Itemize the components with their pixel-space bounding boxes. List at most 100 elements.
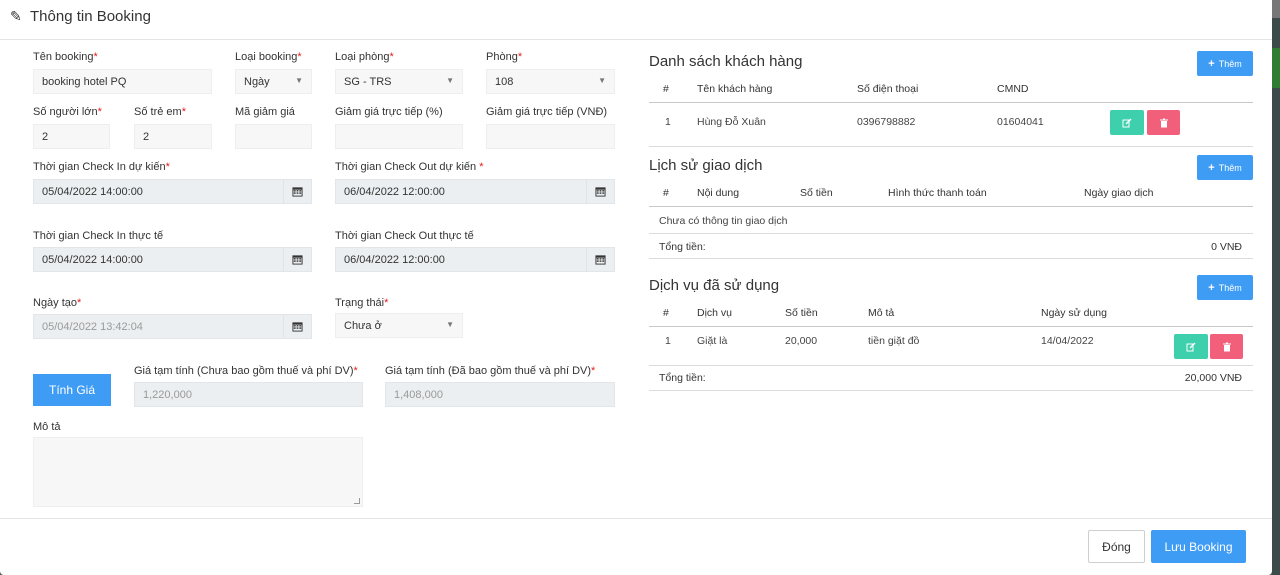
divider (649, 102, 1253, 103)
plus-icon: + (1208, 57, 1215, 70)
background-edge (1272, 18, 1280, 575)
table-cell: tiền giặt đồ (868, 335, 920, 347)
label-phong: Phòng* (486, 51, 523, 63)
table-cell: 14/04/2022 (1041, 335, 1094, 347)
calendar-icon[interactable] (283, 180, 311, 203)
customers-title: Danh sách khách hàng (649, 53, 803, 70)
trang-thai-select[interactable]: Chưa ở ▼ (335, 313, 463, 338)
caret-down-icon: ▼ (446, 76, 454, 85)
add-service-button[interactable]: + Thêm (1197, 275, 1253, 300)
empty-text: Chưa có thông tin giao dịch (659, 215, 788, 227)
edit-icon: ✎ (10, 8, 22, 24)
checkout-du-kien-input[interactable]: 06/04/2022 12:00:00 (335, 179, 615, 204)
checkin-thuc-te-input[interactable]: 05/04/2022 14:00:00 (33, 247, 312, 272)
close-button[interactable]: Đóng (1088, 530, 1145, 563)
gia-da-thue-input: 1,408,000 (385, 382, 615, 407)
label-checkin-du-kien: Thời gian Check In dự kiến* (33, 161, 170, 173)
col-header: Ngày giao dịch (1084, 187, 1154, 199)
label-gia-chua-thue: Giá tạm tính (Chưa bao gồm thuế và phí D… (134, 365, 358, 377)
label-checkout-thuc-te: Thời gian Check Out thực tế (335, 230, 474, 242)
delete-customer-button[interactable] (1147, 110, 1180, 135)
ma-giam-gia-input[interactable] (235, 124, 312, 149)
edit-icon (1186, 342, 1196, 351)
plus-icon: + (1208, 281, 1215, 294)
col-header: Dịch vụ (697, 307, 733, 319)
col-header: Ngày sử dụng (1041, 307, 1107, 319)
label-ten-booking: Tên booking* (33, 51, 98, 63)
calendar-icon (283, 315, 311, 338)
loai-phong-select[interactable]: SG - TRS ▼ (335, 69, 463, 94)
label-loai-booking: Loại booking* (235, 51, 302, 63)
label-ngay-tao: Ngày tạo* (33, 297, 82, 309)
checkin-du-kien-input[interactable]: 05/04/2022 14:00:00 (33, 179, 312, 204)
giam-gia-pct-input[interactable] (335, 124, 463, 149)
add-transaction-button[interactable]: + Thêm (1197, 155, 1253, 180)
label-so-nguoi-lon: Số người lớn* (33, 106, 102, 118)
table-cell: 0396798882 (857, 116, 916, 128)
label-mo-ta: Mô tả (33, 421, 61, 433)
label-ma-giam-gia: Mã giảm giá (235, 106, 295, 118)
divider (649, 146, 1253, 147)
col-header: Nội dung (697, 187, 740, 199)
divider (649, 258, 1253, 259)
transactions-total-label: Tổng tiền: (659, 241, 706, 253)
edit-service-button[interactable] (1174, 334, 1208, 359)
booking-modal: ✎ Thông tin Booking Tên booking* booking … (0, 0, 1272, 575)
checkout-thuc-te-input[interactable]: 06/04/2022 12:00:00 (335, 247, 615, 272)
save-booking-button[interactable]: Lưu Booking (1151, 530, 1246, 563)
label-giam-gia-vnd: Giảm giá trực tiếp (VNĐ) (486, 106, 608, 118)
services-total-value: 20,000 VNĐ (1184, 372, 1242, 384)
caret-down-icon: ▼ (446, 320, 454, 329)
services-title: Dịch vụ đã sử dụng (649, 277, 780, 294)
background-stripe (1272, 48, 1280, 88)
col-header: Tên khách hàng (697, 83, 773, 95)
col-header: Số tiền (785, 307, 818, 319)
edit-customer-button[interactable] (1110, 110, 1144, 135)
loai-booking-select[interactable]: Ngày ▼ (235, 69, 312, 94)
col-header: CMND (997, 83, 1029, 95)
col-header: Số tiền (800, 187, 833, 199)
col-header: Số điện thoại (857, 83, 919, 95)
caret-down-icon: ▼ (598, 76, 606, 85)
phong-select[interactable]: 108 ▼ (486, 69, 615, 94)
label-checkin-thuc-te: Thời gian Check In thực tế (33, 230, 164, 242)
ngay-tao-input: 05/04/2022 13:42:04 (33, 314, 312, 339)
modal-footer (0, 518, 1272, 575)
label-checkout-du-kien: Thời gian Check Out dự kiến * (335, 161, 484, 173)
table-cell: 20,000 (785, 335, 818, 347)
table-cell: Hùng Đỗ Xuân (697, 116, 766, 128)
label-so-tre-em: Số trẻ em* (134, 106, 186, 118)
label-giam-gia-pct: Giảm giá trực tiếp (%) (335, 106, 443, 118)
so-nguoi-lon-input[interactable]: 2 (33, 124, 110, 149)
transactions-total-value: 0 VNĐ (1211, 241, 1242, 253)
modal-title: ✎ Thông tin Booking (10, 8, 151, 25)
caret-down-icon: ▼ (295, 76, 303, 85)
divider (649, 206, 1253, 207)
modal-header: ✎ Thông tin Booking (0, 0, 1272, 40)
calendar-icon[interactable] (586, 248, 614, 271)
label-gia-da-thue: Giá tạm tính (Đã bao gồm thuế và phí DV)… (385, 365, 596, 377)
col-header: Mô tả (868, 307, 895, 319)
so-tre-em-input[interactable]: 2 (134, 124, 212, 149)
divider (649, 365, 1253, 366)
col-header: Hình thức thanh toán (888, 187, 987, 199)
label-trang-thai: Trạng thái* (335, 297, 389, 309)
col-header: # (663, 187, 669, 199)
delete-service-button[interactable] (1210, 334, 1243, 359)
resize-handle-icon[interactable] (354, 498, 360, 504)
tinh-gia-button[interactable]: Tính Giá (33, 374, 111, 406)
mo-ta-textarea[interactable] (33, 437, 363, 507)
edit-icon (1122, 118, 1132, 127)
add-customer-button[interactable]: + Thêm (1197, 51, 1253, 76)
calendar-icon[interactable] (283, 248, 311, 271)
divider (649, 233, 1253, 234)
ten-booking-input[interactable]: booking hotel PQ (33, 69, 212, 94)
calendar-icon[interactable] (586, 180, 614, 203)
giam-gia-vnd-input[interactable] (486, 124, 615, 149)
table-cell: 1 (665, 335, 671, 347)
table-cell: Giặt là (697, 335, 728, 347)
plus-icon: + (1208, 161, 1215, 174)
table-cell: 1 (665, 116, 671, 128)
divider (649, 326, 1253, 327)
label-loai-phong: Loại phòng* (335, 51, 394, 63)
